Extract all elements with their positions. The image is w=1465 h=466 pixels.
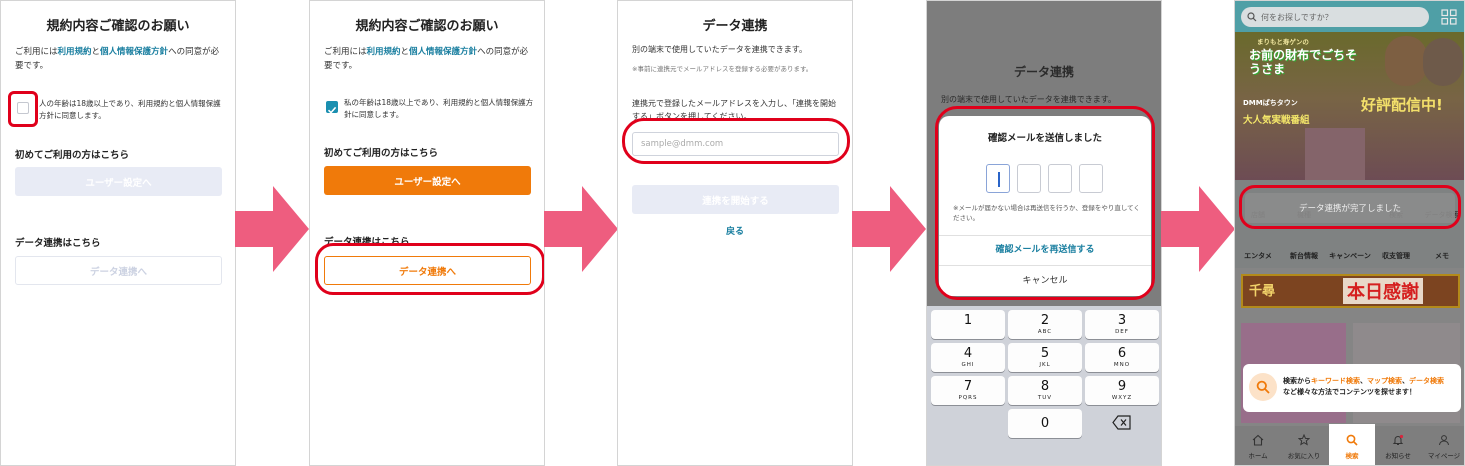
- data-link-button[interactable]: データ連携へ: [15, 256, 222, 285]
- screen-home-complete: 何をお探しですか？ まりもと寿ゲンの お前の財布でごちそうさま DMMぱちタウン…: [1234, 0, 1465, 466]
- terms-intro: ご利用には利用規約と個人情報保護方針への同意が必要です。: [15, 47, 220, 71]
- search-icon: [1247, 12, 1257, 22]
- banner-headline: 好評配信中!: [1361, 96, 1443, 114]
- nav-mypage[interactable]: マイページ: [1421, 431, 1464, 460]
- bell-icon: [1392, 434, 1404, 445]
- annotation-highlight: [622, 118, 850, 164]
- bg-title: データ連携: [1013, 65, 1074, 79]
- key-8[interactable]: 8 TUV: [1008, 376, 1082, 405]
- banner-title: お前の財布でごちそうさま: [1249, 48, 1358, 76]
- terms-link[interactable]: 利用規約: [367, 47, 401, 57]
- key-1[interactable]: 1: [931, 310, 1005, 339]
- agree-checkbox[interactable]: [326, 101, 338, 114]
- banner-subtitle: まりもと寿ゲンの: [1257, 38, 1309, 46]
- backspace-icon[interactable]: [1112, 415, 1132, 430]
- grid-item-new-machines[interactable]: 新台情報: [1281, 251, 1327, 261]
- grid-item-balance[interactable]: 収支管理: [1373, 251, 1419, 261]
- banner-brand: DMMぱちタウン: [1243, 99, 1298, 107]
- user-setup-button[interactable]: ユーザー設定へ: [15, 167, 222, 196]
- annotation-highlight: [8, 91, 38, 127]
- key-2[interactable]: 2 ABC: [1008, 310, 1082, 339]
- bg-description: 別の端末で使用していたデータを連携できます。: [941, 95, 1116, 104]
- flow-arrow-icon: [544, 186, 618, 272]
- description: 別の端末で使用していたデータを連携できます。: [632, 45, 807, 54]
- host-photo-1: [1385, 36, 1427, 86]
- tutorial-stage: 規約内容ご確認のお願い ご利用には利用規約と個人情報保護方針への同意が必要です。…: [0, 0, 1465, 466]
- banner-tagline: 大人気実戦番組: [1243, 115, 1310, 126]
- key-5[interactable]: 5 JKL: [1008, 343, 1082, 372]
- back-link[interactable]: 戻る: [618, 225, 852, 239]
- nav-favorites[interactable]: お気に入り: [1281, 431, 1327, 460]
- page-title: データ連携: [702, 19, 768, 34]
- search-tip-popup: 検索からキーワード検索、マップ検索、データ検索 など様々な方法でコンテンツを探せま…: [1243, 364, 1461, 412]
- nav-notifications[interactable]: お知らせ: [1375, 431, 1421, 460]
- store-headline: 本日感謝: [1343, 278, 1423, 304]
- grid-item-entame[interactable]: エンタメ: [1235, 251, 1281, 261]
- page-title: 規約内容ご確認のお願い: [46, 19, 190, 34]
- key-7[interactable]: 7 PQRS: [931, 376, 1005, 405]
- store-name: 千尋: [1249, 284, 1276, 299]
- nav-home[interactable]: ホーム: [1235, 431, 1281, 460]
- user-icon: [1439, 435, 1449, 446]
- search-icon: [1346, 434, 1358, 446]
- privacy-link[interactable]: 個人情報保護方針: [100, 47, 168, 57]
- store-banner[interactable]: 千尋 本日感謝: [1241, 274, 1460, 308]
- annotation-highlight: [935, 106, 1155, 300]
- screen-confirm-dialog: データ連携 別の端末で使用していたデータを連携できます。 確認メールを送信しまし…: [926, 0, 1162, 466]
- terms-link[interactable]: 利用規約: [58, 47, 92, 57]
- tip-text: 検索からキーワード検索、マップ検索、データ検索 など様々な方法でコンテンツを探せま…: [1283, 377, 1444, 396]
- annotation-highlight: [315, 243, 544, 295]
- start-link-button[interactable]: 連携を開始する: [632, 185, 839, 214]
- flow-arrow-icon: [235, 186, 309, 272]
- check-icon: [327, 106, 337, 114]
- search-icon: [1256, 380, 1270, 394]
- flow-arrow-icon: [1161, 186, 1235, 272]
- hero-banner[interactable]: まりもと寿ゲンの お前の財布でごちそうさま DMMぱちタウン 好評配信中! 大人…: [1235, 32, 1464, 180]
- search-placeholder: 何をお探しですか？: [1261, 12, 1333, 22]
- annotation-highlight: [1239, 185, 1461, 229]
- screen-data-link: データ連携 別の端末で使用していたデータを連携できます。 ※事前に連携元でメール…: [617, 0, 853, 466]
- privacy-link[interactable]: 個人情報保護方針: [409, 47, 477, 57]
- numeric-keypad: 1 2 ABC 3 DEF 4 GHI 5 JKL 6 MNO 7 PQRS 8 TUV 9W…: [927, 306, 1161, 465]
- note: ※事前に連携元でメールアドレスを登録する必要があります。: [632, 65, 813, 73]
- key-9[interactable]: 9 WXYZ: [1085, 376, 1159, 405]
- grid-menu-icon[interactable]: [1441, 9, 1457, 25]
- tip-badge: [1249, 373, 1277, 401]
- agree-checkbox-label: 私の年齢は18歳以上であり、利用規約と個人情報保護方針に同意します。: [344, 98, 534, 119]
- data-link-heading: データ連携はこちら: [15, 238, 101, 249]
- cast-photo: [1305, 128, 1365, 180]
- key-3[interactable]: 3 DEF: [1085, 310, 1159, 339]
- key-0[interactable]: 0: [1008, 409, 1082, 438]
- screen-terms-checked: 規約内容ご確認のお願い ご利用には利用規約と個人情報保護方針への同意が必要です。…: [309, 0, 545, 466]
- grid-item-memo[interactable]: メモ: [1419, 251, 1464, 261]
- flow-arrow-icon: [852, 186, 926, 272]
- terms-intro: ご利用には利用規約と個人情報保護方針への同意が必要です。: [324, 47, 529, 71]
- agree-checkbox-label: 人の年齢は18歳以上であり、利用規約と個人情報保護方針に同意します。: [39, 99, 221, 120]
- host-photo-2: [1423, 38, 1463, 86]
- first-time-heading: 初めてご利用の方はこちら: [324, 148, 439, 159]
- grid-item-campaign[interactable]: キャンペーン: [1327, 251, 1373, 261]
- nav-search[interactable]: 検索: [1329, 431, 1375, 460]
- key-6[interactable]: 6 MNO: [1085, 343, 1159, 372]
- key-4[interactable]: 4 GHI: [931, 343, 1005, 372]
- user-setup-button[interactable]: ユーザー設定へ: [324, 166, 531, 195]
- star-icon: [1297, 433, 1311, 446]
- search-bar[interactable]: 何をお探しですか？: [1241, 7, 1429, 27]
- home-icon: [1252, 434, 1264, 446]
- screen-terms-unchecked: 規約内容ご確認のお願い ご利用には利用規約と個人情報保護方針への同意が必要です。…: [0, 0, 236, 466]
- first-time-heading: 初めてご利用の方はこちら: [15, 150, 130, 161]
- page-title: 規約内容ご確認のお願い: [355, 19, 499, 34]
